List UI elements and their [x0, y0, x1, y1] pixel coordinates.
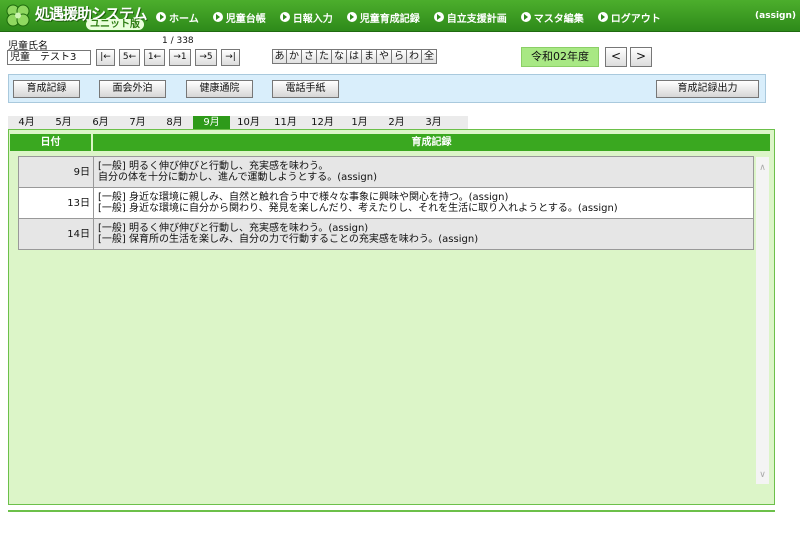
record-line: [一般] 明るく伸び伸びと行動し、充実感を味わう。(assign) — [98, 223, 369, 234]
kana-button[interactable]: な — [332, 49, 347, 64]
nav-label: ログアウト — [610, 13, 661, 25]
nav-label: 日報入力 — [292, 13, 333, 25]
table-row[interactable]: 14日 [一般] 明るく伸び伸びと行動し、充実感を味わう。(assign) [一… — [18, 219, 754, 250]
nav-logout[interactable]: ログアウト — [597, 9, 661, 25]
tab-month[interactable]: 12月 — [304, 116, 341, 129]
kana-button[interactable]: た — [317, 49, 332, 64]
kana-button[interactable]: ま — [362, 49, 377, 64]
tab-month[interactable]: 8月 — [156, 116, 193, 129]
record-line: [一般] 保育所の生活を楽しみ、自分の力で行動することの充実感を味わう。(ass… — [98, 234, 479, 245]
table-row[interactable]: 9日 [一般] 明るく伸び伸びと行動し、充実感を味わう。 自分の体を十分に動かし… — [18, 156, 754, 188]
nav-label: マスタ編集 — [533, 13, 584, 25]
row-date: 13日 — [19, 188, 94, 218]
kana-button[interactable]: ら — [392, 49, 407, 64]
tab-month[interactable]: 4月 — [8, 116, 45, 129]
phone-letter-button[interactable]: 電話手紙 — [272, 80, 339, 98]
app-logo[interactable]: 処遇援助システム ユニット版 — [2, 2, 152, 30]
records-table-header: 日付 育成記録 — [10, 134, 770, 151]
record-line: 自分の体を十分に動かし、進んで運動しようとする。(assign) — [98, 172, 378, 183]
tab-month[interactable]: 7月 — [119, 116, 156, 129]
circle-arrow-icon — [520, 12, 531, 22]
fiscal-year-label: 令和02年度 — [521, 47, 599, 67]
growth-record-output-button[interactable]: 育成記録出力 — [656, 80, 759, 98]
tab-month[interactable]: 1月 — [341, 116, 378, 129]
kana-button[interactable]: か — [287, 49, 302, 64]
kana-button[interactable]: あ — [272, 49, 287, 64]
forward-5-button[interactable]: →5 — [195, 49, 217, 66]
nav-child-register[interactable]: 児童台帳 — [212, 9, 266, 25]
tab-month[interactable]: 6月 — [82, 116, 119, 129]
nav-home[interactable]: ホーム — [156, 9, 199, 25]
tab-month[interactable]: 11月 — [267, 116, 304, 129]
row-date: 9日 — [19, 157, 94, 187]
bottom-divider — [8, 510, 775, 512]
record-line: [一般] 明るく伸び伸びと行動し、充実感を味わう。 — [98, 161, 329, 172]
forward-1-button[interactable]: →1 — [169, 49, 191, 66]
circle-arrow-icon — [433, 12, 444, 22]
kana-button[interactable]: さ — [302, 49, 317, 64]
row-record: [一般] 明るく伸び伸びと行動し、充実感を味わう。 自分の体を十分に動かし、進ん… — [94, 157, 753, 187]
chevron-up-icon[interactable]: ∧ — [756, 163, 769, 173]
circle-arrow-icon — [156, 12, 166, 22]
records-scrollbar[interactable]: ∧ ∨ — [756, 157, 769, 484]
month-tabs: 4月 5月 6月 7月 8月 9月 10月 11月 12月 1月 2月 3月 — [8, 116, 468, 129]
row-record: [一般] 身近な環境に親しみ、自然と触れ合う中で様々な事象に興味や関心を持つ。(… — [94, 188, 753, 218]
visit-overnight-button[interactable]: 面会外泊 — [99, 80, 166, 98]
record-line: [一般] 身近な環境に自分から関わり、発見を楽しんだり、考えたりし、それを生活に… — [98, 203, 618, 214]
health-hospital-button[interactable]: 健康通院 — [186, 80, 253, 98]
main-nav: ホーム 児童台帳 日報入力 児童育成記録 自立支援計画 マスタ編集 ログアウト — [156, 9, 675, 25]
row-date: 14日 — [19, 219, 94, 249]
row-record: [一般] 明るく伸び伸びと行動し、充実感を味わう。(assign) [一般] 保… — [94, 219, 753, 249]
circle-arrow-icon — [346, 12, 357, 22]
kana-button[interactable]: や — [377, 49, 392, 64]
user-name: (assign) — [755, 11, 796, 21]
record-line: [一般] 身近な環境に親しみ、自然と触れ合う中で様々な事象に興味や関心を持つ。(… — [98, 192, 509, 203]
tab-month[interactable]: 3月 — [415, 116, 452, 129]
first-record-button[interactable]: |← — [96, 49, 115, 66]
nav-label: 児童台帳 — [225, 13, 266, 25]
kana-button[interactable]: わ — [407, 49, 422, 64]
kana-all-button[interactable]: 全 — [422, 49, 437, 64]
tab-month-active[interactable]: 9月 — [193, 116, 230, 129]
tab-month[interactable]: 2月 — [378, 116, 415, 129]
nav-label: ホーム — [169, 13, 199, 25]
tab-month[interactable]: 10月 — [230, 116, 267, 129]
tab-month[interactable]: 5月 — [45, 116, 82, 129]
record-type-toolbar: 育成記録 面会外泊 健康通院 電話手紙 育成記録出力 — [8, 74, 766, 103]
kana-button[interactable]: は — [347, 49, 362, 64]
records-list: 9日 [一般] 明るく伸び伸びと行動し、充実感を味わう。 自分の体を十分に動かし… — [18, 156, 754, 250]
clover-icon — [6, 4, 30, 27]
back-1-button[interactable]: 1← — [144, 49, 165, 66]
nav-independence-plan[interactable]: 自立支援計画 — [433, 9, 507, 25]
nav-label: 児童育成記録 — [359, 13, 420, 25]
circle-arrow-icon — [212, 12, 223, 22]
circle-arrow-icon — [279, 12, 290, 22]
date-column-header: 日付 — [10, 134, 93, 151]
app-header: 処遇援助システム ユニット版 ホーム 児童台帳 日報入力 児童育成記録 自立支援… — [0, 0, 800, 32]
chevron-down-icon[interactable]: ∨ — [756, 470, 769, 480]
nav-daily-report[interactable]: 日報入力 — [279, 9, 333, 25]
record-count: 1 / 338 — [162, 36, 194, 46]
table-row[interactable]: 13日 [一般] 身近な環境に親しみ、自然と触れ合う中で様々な事象に興味や関心を… — [18, 188, 754, 219]
back-5-button[interactable]: 5← — [119, 49, 140, 66]
nav-child-growth-record[interactable]: 児童育成記録 — [346, 9, 420, 25]
app-subtitle: ユニット版 — [86, 19, 144, 30]
circle-arrow-icon — [597, 12, 608, 22]
record-column-header: 育成記録 — [93, 134, 770, 151]
record-nav-buttons: |← 5← 1← →1 →5 →| — [96, 49, 244, 66]
nav-master-edit[interactable]: マスタ編集 — [520, 9, 584, 25]
growth-record-button[interactable]: 育成記録 — [13, 80, 80, 98]
child-name-field[interactable]: 児童 テスト3 — [7, 50, 91, 65]
prev-year-button[interactable]: < — [605, 47, 627, 67]
next-year-button[interactable]: > — [630, 47, 652, 67]
last-record-button[interactable]: →| — [221, 49, 240, 66]
nav-label: 自立支援計画 — [446, 13, 507, 25]
kana-filter: あ か さ た な は ま や ら わ 全 — [272, 49, 437, 64]
